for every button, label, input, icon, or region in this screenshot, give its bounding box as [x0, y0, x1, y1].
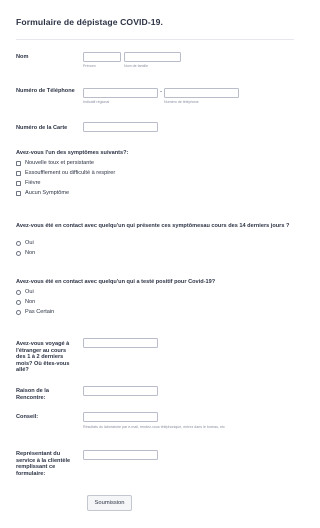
positive-question: Avez-vous été en contact avec quelqu'un … [16, 279, 216, 285]
phone-area-input[interactable] [83, 88, 158, 98]
phone-number-sublabel: Numéro de téléphone [164, 100, 199, 104]
form-title: Formulaire de dépistage COVID-19. [16, 17, 164, 27]
checkbox[interactable] [16, 180, 21, 186]
last-name-input[interactable] [124, 52, 181, 62]
rep-input[interactable] [83, 450, 158, 460]
symptom-option[interactable]: Aucun Symptôme [16, 189, 69, 197]
symptom-option[interactable]: Fièvre [16, 179, 41, 187]
checkbox[interactable] [16, 170, 21, 176]
positive-option[interactable]: Oui [16, 288, 34, 296]
first-name-sublabel: Prénom [83, 64, 96, 68]
option-label: Essoufflement ou difficulté à respirer [25, 170, 116, 176]
option-label: Oui [25, 240, 34, 246]
contact-question: Avez-vous été en contact avec quelqu'un … [16, 223, 290, 229]
option-label: Aucun Symptôme [25, 190, 70, 196]
symptoms-question: Avez-vous l'un des symptômes suivants?: [16, 150, 129, 156]
phone-area-sublabel: Indicatif régional [83, 100, 110, 104]
radio[interactable] [16, 240, 21, 246]
contact-option[interactable]: Non [16, 249, 35, 257]
reason-label: Raison de la Rencontre: [16, 388, 49, 401]
option-label: Pas Certain [25, 309, 55, 315]
card-label: Numéro de la Carte [16, 125, 68, 131]
symptom-option[interactable]: Essoufflement ou difficulté à respirer [16, 169, 115, 177]
option-label: Oui [25, 289, 34, 295]
title-divider [16, 39, 294, 40]
option-label: Nouvelle toux et persistante [25, 160, 95, 166]
name-label: Nom [16, 54, 29, 60]
card-number-input[interactable] [83, 122, 158, 132]
checkbox[interactable] [16, 190, 21, 196]
radio[interactable] [16, 289, 21, 295]
contact-option[interactable]: Oui [16, 239, 34, 247]
symptom-option[interactable]: Nouvelle toux et persistante [16, 159, 94, 167]
positive-option[interactable]: Non [16, 298, 35, 306]
travel-label: Avez-vous voyagé à l'étranger au cours d… [16, 341, 70, 374]
phone-number-input[interactable] [164, 88, 239, 98]
advice-label: Conseil: [16, 414, 39, 420]
radio[interactable] [16, 250, 21, 256]
reason-input[interactable] [83, 386, 158, 396]
rep-label: Représentant du service à la clientèle r… [16, 451, 71, 477]
option-label: Non [25, 250, 36, 256]
positive-option[interactable]: Pas Certain [16, 308, 54, 316]
travel-input[interactable] [83, 338, 158, 348]
submit-button[interactable]: Soumission [87, 495, 132, 511]
option-label: Non [25, 299, 36, 305]
radio[interactable] [16, 309, 21, 315]
first-name-input[interactable] [83, 52, 121, 62]
option-label: Fièvre [25, 180, 41, 186]
phone-label: Numéro de Téléphone [16, 88, 75, 94]
advice-sublabel: Résultats du laboratoire par e-mail, ren… [83, 425, 225, 429]
advice-input[interactable] [83, 412, 158, 422]
last-name-sublabel: Nom de famille [124, 64, 148, 68]
radio[interactable] [16, 299, 21, 305]
phone-separator: - [160, 89, 162, 95]
checkbox[interactable] [16, 160, 21, 166]
